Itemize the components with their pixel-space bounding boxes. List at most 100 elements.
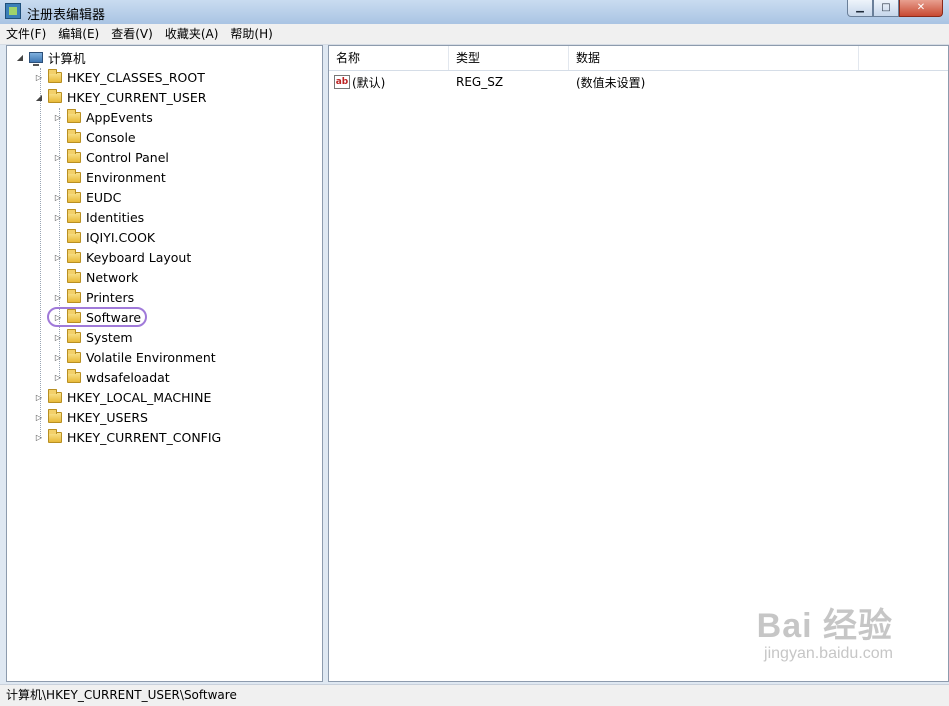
tree-item-identities[interactable]: ▷ Identities xyxy=(53,207,144,227)
folder-icon xyxy=(67,148,81,163)
computer-icon xyxy=(29,51,43,66)
folder-icon xyxy=(67,208,81,223)
status-bar: 计算机\HKEY_CURRENT_USER\Software xyxy=(0,684,949,706)
expand-arrow-icon[interactable]: ▷ xyxy=(53,212,63,222)
tree-item-hkey-users[interactable]: ▷ HKEY_USERS xyxy=(34,407,148,427)
expand-arrow-icon[interactable]: ▷ xyxy=(53,372,63,382)
tree-item-appevents[interactable]: ▷ AppEvents xyxy=(53,107,153,127)
tree-item-hkey-current-user[interactable]: ◢ HKEY_CURRENT_USER xyxy=(34,87,206,107)
tree-item-printers[interactable]: ▷ Printers xyxy=(53,287,134,307)
tree-item-label: Printers xyxy=(86,289,135,305)
tree-guide-line xyxy=(40,68,41,438)
expand-arrow-icon[interactable]: ▷ xyxy=(53,252,63,262)
tree-item-label: EUDC xyxy=(86,189,122,205)
column-header-type[interactable]: 类型 xyxy=(449,46,569,70)
expand-arrow-icon[interactable]: ▷ xyxy=(34,412,44,422)
expand-arrow-icon[interactable]: ▷ xyxy=(53,152,63,162)
tree-item-label: Control Panel xyxy=(86,149,169,165)
minimize-button[interactable]: ▁ xyxy=(847,0,873,17)
tree-item-label: HKEY_CLASSES_ROOT xyxy=(67,69,205,85)
tree-item-label: Network xyxy=(86,269,139,285)
expand-arrow-icon[interactable]: ▷ xyxy=(34,432,44,442)
tree-item-label: HKEY_CURRENT_CONFIG xyxy=(67,429,222,445)
tree-item-wdsafeloadat[interactable]: ▷ wdsafeloadat xyxy=(53,367,170,387)
folder-icon xyxy=(67,188,81,203)
tree-item-label: Environment xyxy=(86,169,166,185)
tree-item-hkey-classes-root[interactable]: ▷ HKEY_CLASSES_ROOT xyxy=(34,67,205,87)
column-header-name[interactable]: 名称 xyxy=(329,46,449,70)
registry-values-pane[interactable]: 名称 类型 数据 ab (默认) REG_SZ (数值未设置) xyxy=(328,45,949,682)
tree-item-label: wdsafeloadat xyxy=(86,369,170,385)
string-value-icon: ab xyxy=(334,75,350,89)
registry-tree-pane[interactable]: ◢ 计算机 ▷ HKEY_CLASSES_ROOT ◢ HKEY_CURRENT… xyxy=(6,45,323,682)
folder-icon xyxy=(48,408,62,423)
tree-item-label: HKEY_LOCAL_MACHINE xyxy=(67,389,212,405)
expander-placeholder xyxy=(53,272,63,282)
tree-item-keyboard-layout[interactable]: ▷ Keyboard Layout xyxy=(53,247,191,267)
list-item[interactable]: ab (默认) REG_SZ (数值未设置) xyxy=(329,71,948,93)
value-type: REG_SZ xyxy=(456,75,504,89)
tree-item-software[interactable]: ▷ Software xyxy=(53,307,141,327)
tree-item-volatile-environment[interactable]: ▷ Volatile Environment xyxy=(53,347,216,367)
close-button[interactable]: ✕ xyxy=(899,0,943,17)
tree-item-label: Volatile Environment xyxy=(86,349,216,365)
tree-item-label: HKEY_USERS xyxy=(67,409,148,425)
tree-item-iqiyi-cook[interactable]: IQIYI.COOK xyxy=(53,227,155,247)
expander-placeholder xyxy=(53,232,63,242)
tree-item-label: AppEvents xyxy=(86,109,153,125)
tree-item-label: Software xyxy=(86,309,142,325)
folder-icon xyxy=(48,428,62,443)
expand-arrow-icon[interactable]: ▷ xyxy=(53,312,63,322)
expand-arrow-icon[interactable]: ▷ xyxy=(53,112,63,122)
folder-icon xyxy=(48,388,62,403)
tree-item-label: IQIYI.COOK xyxy=(86,229,156,245)
tree-item-console[interactable]: Console xyxy=(53,127,136,147)
tree-item-label: 计算机 xyxy=(48,50,86,66)
expand-arrow-icon[interactable]: ▷ xyxy=(34,392,44,402)
regedit-app-icon xyxy=(5,3,21,19)
window-title: 注册表编辑器 xyxy=(27,8,106,23)
tree-item-environment[interactable]: Environment xyxy=(53,167,166,187)
folder-icon xyxy=(67,328,81,343)
tree-item-hkey-local-machine[interactable]: ▷ HKEY_LOCAL_MACHINE xyxy=(34,387,211,407)
maximize-button[interactable]: □ xyxy=(873,0,899,17)
folder-icon xyxy=(67,248,81,263)
tree-item-label: Identities xyxy=(86,209,145,225)
folder-icon xyxy=(67,168,81,183)
tree-item-system[interactable]: ▷ System xyxy=(53,327,133,347)
tree-item-computer[interactable]: ◢ 计算机 xyxy=(15,47,86,67)
expand-arrow-icon[interactable]: ▷ xyxy=(34,72,44,82)
tree-item-hkey-current-config[interactable]: ▷ HKEY_CURRENT_CONFIG xyxy=(34,427,221,447)
tree-item-label: System xyxy=(86,329,133,345)
folder-icon xyxy=(48,88,62,103)
folder-icon xyxy=(67,128,81,143)
folder-icon xyxy=(48,68,62,83)
title-bar: 注册表编辑器 ▁ □ ✕ xyxy=(0,0,949,24)
folder-icon xyxy=(67,268,81,283)
menu-view[interactable]: 查看(V) xyxy=(105,24,159,44)
menu-help[interactable]: 帮助(H) xyxy=(224,24,278,44)
expander-placeholder xyxy=(53,172,63,182)
folder-icon xyxy=(67,108,81,123)
folder-icon xyxy=(67,228,81,243)
window-controls: ▁ □ ✕ xyxy=(847,0,943,18)
menu-edit[interactable]: 编辑(E) xyxy=(52,24,105,44)
value-data: (数值未设置) xyxy=(576,75,646,90)
list-header: 名称 类型 数据 xyxy=(329,46,948,71)
menu-bar: 文件(F) 编辑(E) 查看(V) 收藏夹(A) 帮助(H) xyxy=(0,24,949,45)
column-header-data[interactable]: 数据 xyxy=(569,46,859,70)
tree-item-eudc[interactable]: ▷ EUDC xyxy=(53,187,121,207)
tree-item-network[interactable]: Network xyxy=(53,267,138,287)
menu-file[interactable]: 文件(F) xyxy=(0,24,52,44)
expand-arrow-icon[interactable]: ▷ xyxy=(53,352,63,362)
expand-arrow-icon[interactable]: ▷ xyxy=(53,332,63,342)
folder-icon xyxy=(67,368,81,383)
collapse-arrow-icon[interactable]: ◢ xyxy=(15,52,25,62)
expand-arrow-icon[interactable]: ▷ xyxy=(53,292,63,302)
expand-arrow-icon[interactable]: ▷ xyxy=(53,192,63,202)
folder-icon xyxy=(67,288,81,303)
menu-favorites[interactable]: 收藏夹(A) xyxy=(159,24,225,44)
collapse-arrow-icon[interactable]: ◢ xyxy=(34,92,44,102)
tree-item-control-panel[interactable]: ▷ Control Panel xyxy=(53,147,169,167)
value-name-cell: ab (默认) xyxy=(329,74,449,91)
